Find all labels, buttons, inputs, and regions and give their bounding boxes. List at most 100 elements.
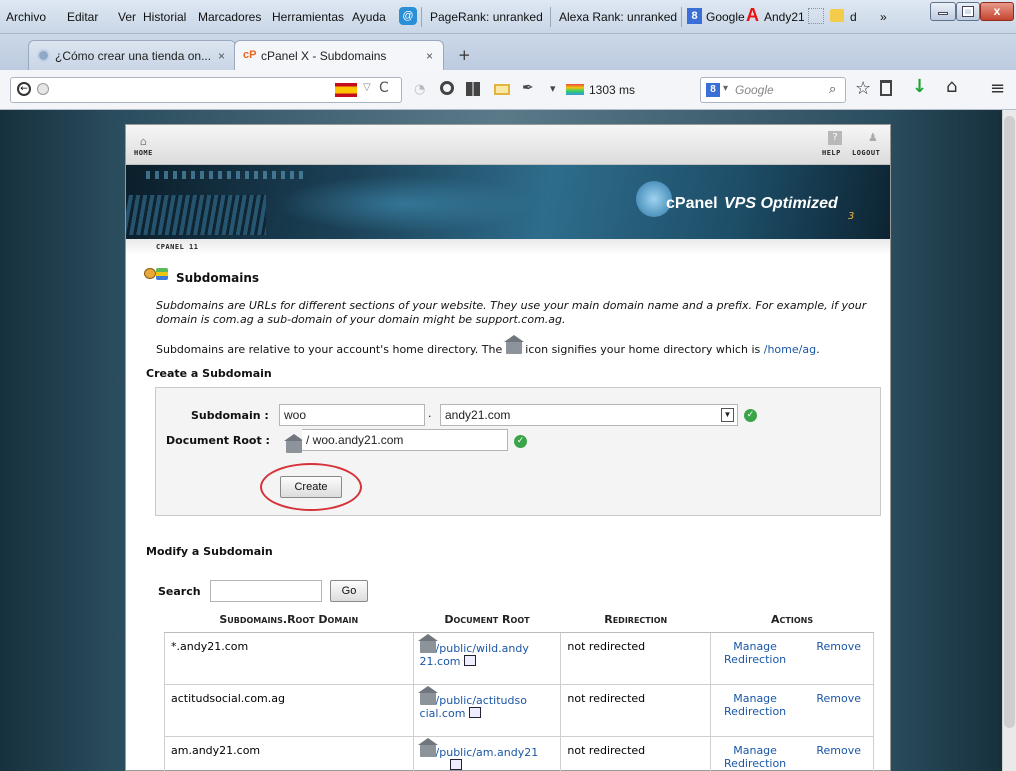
menu-archivo[interactable]: Archivo [6,10,46,24]
row-docroot: /public/am.andy21 [412,735,562,771]
scrollbar[interactable] [1002,110,1016,771]
andy21-bookmark[interactable]: Andy21 [764,10,805,24]
addon-at-icon[interactable]: @ [399,7,417,25]
menu-marcadores[interactable]: Marcadores [198,10,261,24]
site-identity-icon[interactable] [37,83,49,95]
table-row: am.andy21.com /public/am.andy21 not redi… [164,735,874,771]
cpanel-version-bar: CPANEL 11 [126,239,890,255]
spain-flag-icon[interactable] [335,83,357,97]
docroot-link[interactable]: /public/actitudso [436,694,527,707]
col-header-docroot[interactable]: Document Root [413,608,561,633]
ping-value: 1303 ms [589,83,636,97]
tab-subdomains[interactable]: cP cPanel X - Subdomains × [234,40,444,70]
logout-link[interactable]: LOGOUT [852,149,880,157]
search-input[interactable]: 8 ▾ Google ⌕ [700,77,846,103]
docroot-link-cont[interactable]: cial.com [420,707,466,720]
close-tab-icon[interactable]: × [218,49,225,63]
domain-select-value: andy21.com [445,408,511,422]
row-domain: *.andy21.com [164,631,414,685]
subdomain-input[interactable] [279,404,425,426]
acrobat-icon[interactable]: A [746,5,759,26]
subdomains-table: Subdomains.Root Domain Document Root Red… [164,608,874,771]
bookmarks-menu-icon[interactable] [880,80,892,96]
help-link[interactable]: HELP [822,149,841,157]
home-icon[interactable]: ⌂ [946,76,957,97]
row-redirection: not redirected [560,631,712,685]
cpanel-banner: cPanel VPS Optimized 3 [126,165,890,239]
folder-icon[interactable] [830,9,844,22]
url-bar[interactable]: ← ▽ C [10,77,402,103]
close-window-button[interactable]: x [980,2,1014,21]
menu-historial[interactable]: Historial [143,10,186,24]
row-actions: Manage Redirection Remove [710,683,874,737]
docroot-link[interactable]: /public/wild.andy [436,642,529,655]
alexa-status[interactable]: Alexa Rank: unranked [559,10,677,24]
close-tab-icon[interactable]: × [426,49,433,63]
home-dir-note: Subdomains are relative to your account'… [156,335,878,356]
folder-d[interactable]: d [850,10,857,24]
download-icon[interactable]: ↓ [912,76,927,97]
go-button[interactable]: Go [330,580,368,602]
menu-editar[interactable]: Editar [67,10,98,24]
remove-link[interactable]: Remove [816,640,861,666]
new-tab-button[interactable]: + [458,46,471,64]
bookmark-star-icon[interactable]: ☆ [855,78,871,99]
tab-bar: ¿Cómo crear una tienda on... × cP cPanel… [0,34,1016,70]
row-docroot: /public/actitudso cial.com [412,683,562,737]
row-docroot: /public/wild.andy 21.com [412,631,562,685]
google-plus-icon[interactable]: 8 [687,8,702,24]
table-row: actitudsocial.com.ag /public/actitudso c… [164,683,874,737]
docroot-input[interactable] [302,429,508,451]
tab-tienda[interactable]: ¿Cómo crear una tienda on... × [28,40,236,70]
reload-icon[interactable]: C [379,80,389,96]
edit-icon[interactable] [449,758,462,770]
bookmark-placeholder-icon[interactable] [808,8,824,24]
cpanel-version: CPANEL 11 [156,243,199,251]
col-header-domain[interactable]: Subdomains.Root Domain [164,608,414,633]
dropdown-icon[interactable]: ▽ [363,82,371,93]
col-header-redirection[interactable]: Redirection [560,608,711,633]
select-arrow-icon[interactable]: ▼ [721,408,734,422]
page-title: Subdomains [176,271,260,285]
menu-ayuda[interactable]: Ayuda [352,10,386,24]
home-house-icon[interactable]: ⌂ [140,135,147,148]
sync-icon[interactable] [440,81,454,95]
menu-herramientas[interactable]: Herramientas [272,10,344,24]
manage-redirection-link[interactable]: Manage Redirection [723,692,787,718]
menu-bar: Archivo Editar Ver Historial Marcadores … [0,0,1016,34]
remove-link[interactable]: Remove [816,744,861,770]
grid-icon[interactable] [466,82,480,96]
create-button[interactable]: Create [280,476,342,498]
logout-user-icon[interactable]: ♟ [868,131,878,144]
screenshot-icon[interactable] [494,84,510,95]
google-bookmark[interactable]: Google [706,10,745,24]
engine-dropdown-icon[interactable]: ▾ [723,83,728,94]
home-dir-link[interactable]: /home/ag [764,343,816,356]
domain-select[interactable]: andy21.com ▼ [440,404,738,426]
rss-icon[interactable]: ◔ [414,82,425,97]
menu-ver[interactable]: Ver [118,10,136,24]
minimize-button[interactable] [930,2,956,21]
manage-redirection-link[interactable]: Manage Redirection [723,744,787,770]
ping-dropdown-icon[interactable]: ▾ [550,82,556,95]
back-icon[interactable]: ← [17,82,31,96]
manage-redirection-link[interactable]: Manage Redirection [723,640,787,666]
help-icon[interactable]: ? [828,131,842,145]
tab-title: ¿Cómo crear una tienda on... [55,49,212,63]
search-icon[interactable]: ⌕ [829,81,836,97]
maximize-button[interactable] [956,2,980,21]
edit-icon[interactable] [464,654,477,666]
bookmarks-overflow[interactable]: » [880,10,887,24]
pagerank-status[interactable]: PageRank: unranked [430,10,543,24]
docroot-link[interactable]: /public/am.andy21 [436,746,539,759]
remove-link[interactable]: Remove [816,692,861,718]
home-dir-text-end: . [816,343,820,356]
pen-icon[interactable]: ✒ [522,80,534,96]
docroot-home-icon [417,737,438,757]
google-search-engine-icon[interactable]: 8 [706,83,720,97]
edit-icon[interactable] [468,706,481,718]
menu-icon[interactable]: ≡ [990,78,1005,99]
subdomain-search-input[interactable] [210,580,322,602]
home-link[interactable]: HOME [134,149,153,157]
docroot-link-cont[interactable]: 21.com [420,655,461,668]
